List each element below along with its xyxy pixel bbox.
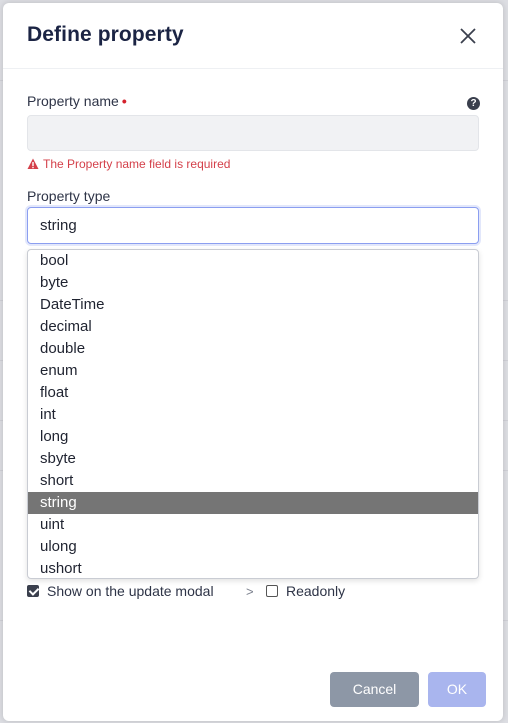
dropdown-option[interactable]: int — [28, 404, 478, 426]
close-icon — [460, 28, 476, 44]
property-name-label: Property name • — [27, 93, 127, 109]
readonly-label: Readonly — [286, 583, 346, 599]
help-icon[interactable]: ? — [467, 97, 480, 110]
dropdown-option[interactable]: uint — [28, 514, 478, 536]
dropdown-option[interactable]: byte — [28, 272, 478, 294]
dropdown-option[interactable]: decimal — [28, 316, 478, 338]
modal-header: Define property — [3, 3, 503, 69]
dropdown-option[interactable]: enum — [28, 360, 478, 382]
property-type-dropdown: bool byte DateTime decimal double enum float in… — [27, 249, 479, 579]
property-name-input[interactable] — [27, 115, 479, 151]
dropdown-option[interactable]: ulong — [28, 536, 478, 558]
ok-button[interactable]: OK — [428, 672, 486, 707]
dropdown-option[interactable]: short — [28, 470, 478, 492]
show-on-update-modal-label: Show on the update modal — [47, 583, 214, 599]
define-property-modal: Define property Property name • ? The Pro… — [3, 3, 503, 721]
warning-icon — [27, 158, 39, 169]
dropdown-option[interactable]: string — [28, 492, 478, 514]
modal-title: Define property — [27, 23, 184, 46]
property-name-error: The Property name field is required — [27, 156, 230, 172]
dropdown-option[interactable]: double — [28, 338, 478, 360]
cancel-button[interactable]: Cancel — [330, 672, 419, 707]
property-type-label: Property type — [27, 188, 111, 204]
dropdown-option[interactable]: float — [28, 382, 478, 404]
dropdown-option[interactable]: DateTime — [28, 294, 478, 316]
dropdown-option[interactable]: bool — [28, 250, 478, 272]
property-type-select[interactable]: string — [27, 207, 479, 244]
readonly-checkbox[interactable] — [266, 585, 278, 597]
chevron-right-icon: > — [246, 584, 254, 599]
dropdown-option[interactable]: sbyte — [28, 448, 478, 470]
close-button[interactable] — [455, 23, 481, 49]
show-on-update-modal-checkbox[interactable] — [27, 585, 39, 597]
dropdown-option[interactable]: long — [28, 426, 478, 448]
dropdown-option[interactable]: ushort — [28, 558, 478, 578]
required-marker: • — [121, 93, 127, 109]
